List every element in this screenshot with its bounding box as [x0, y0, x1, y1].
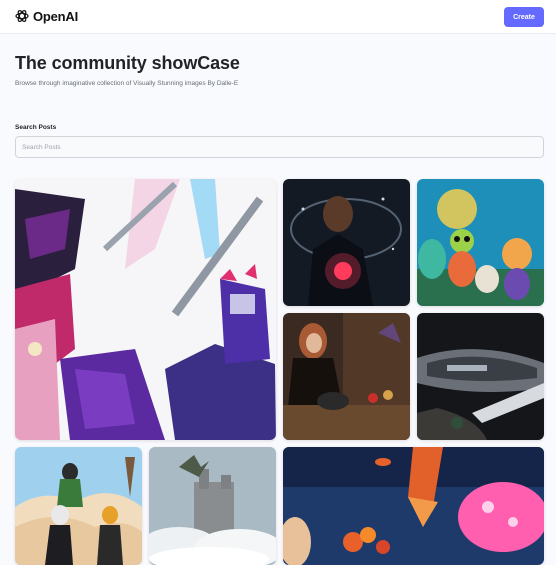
top-navbar: OpenAI Create: [0, 0, 556, 34]
page-subtitle: Browse through imaginative collection of…: [15, 80, 239, 87]
gallery-image-dragon-castle: [149, 447, 276, 565]
gallery-card-6[interactable]: [15, 447, 142, 565]
gallery-image-cauldron: [283, 313, 410, 440]
gallery-card-5[interactable]: [417, 313, 544, 440]
logo-text: OpenAI: [33, 8, 79, 24]
gallery-card-3[interactable]: [417, 179, 544, 306]
gallery-image-underwater: [283, 447, 544, 565]
create-button[interactable]: Create: [504, 7, 544, 27]
gallery-card-7[interactable]: [149, 447, 276, 565]
openai-logo-icon: [15, 10, 29, 22]
gallery-image-swordfight: [15, 179, 276, 440]
gallery-card-2[interactable]: [283, 179, 410, 306]
gallery-card-4[interactable]: [283, 313, 410, 440]
gallery-card-8[interactable]: [283, 447, 544, 565]
gallery-image-cartoon-animals: [417, 179, 544, 306]
search-input[interactable]: [15, 136, 544, 158]
page-title: The community showCase: [15, 53, 240, 73]
openai-logo[interactable]: OpenAI: [14, 8, 78, 24]
gallery-image-spaceship: [417, 313, 544, 440]
gallery-card-1[interactable]: [15, 179, 276, 440]
search-label: Search Posts: [15, 124, 57, 131]
gallery-image-glowing-orb: [283, 179, 410, 306]
gallery-image-anime-mountain: [15, 447, 142, 565]
